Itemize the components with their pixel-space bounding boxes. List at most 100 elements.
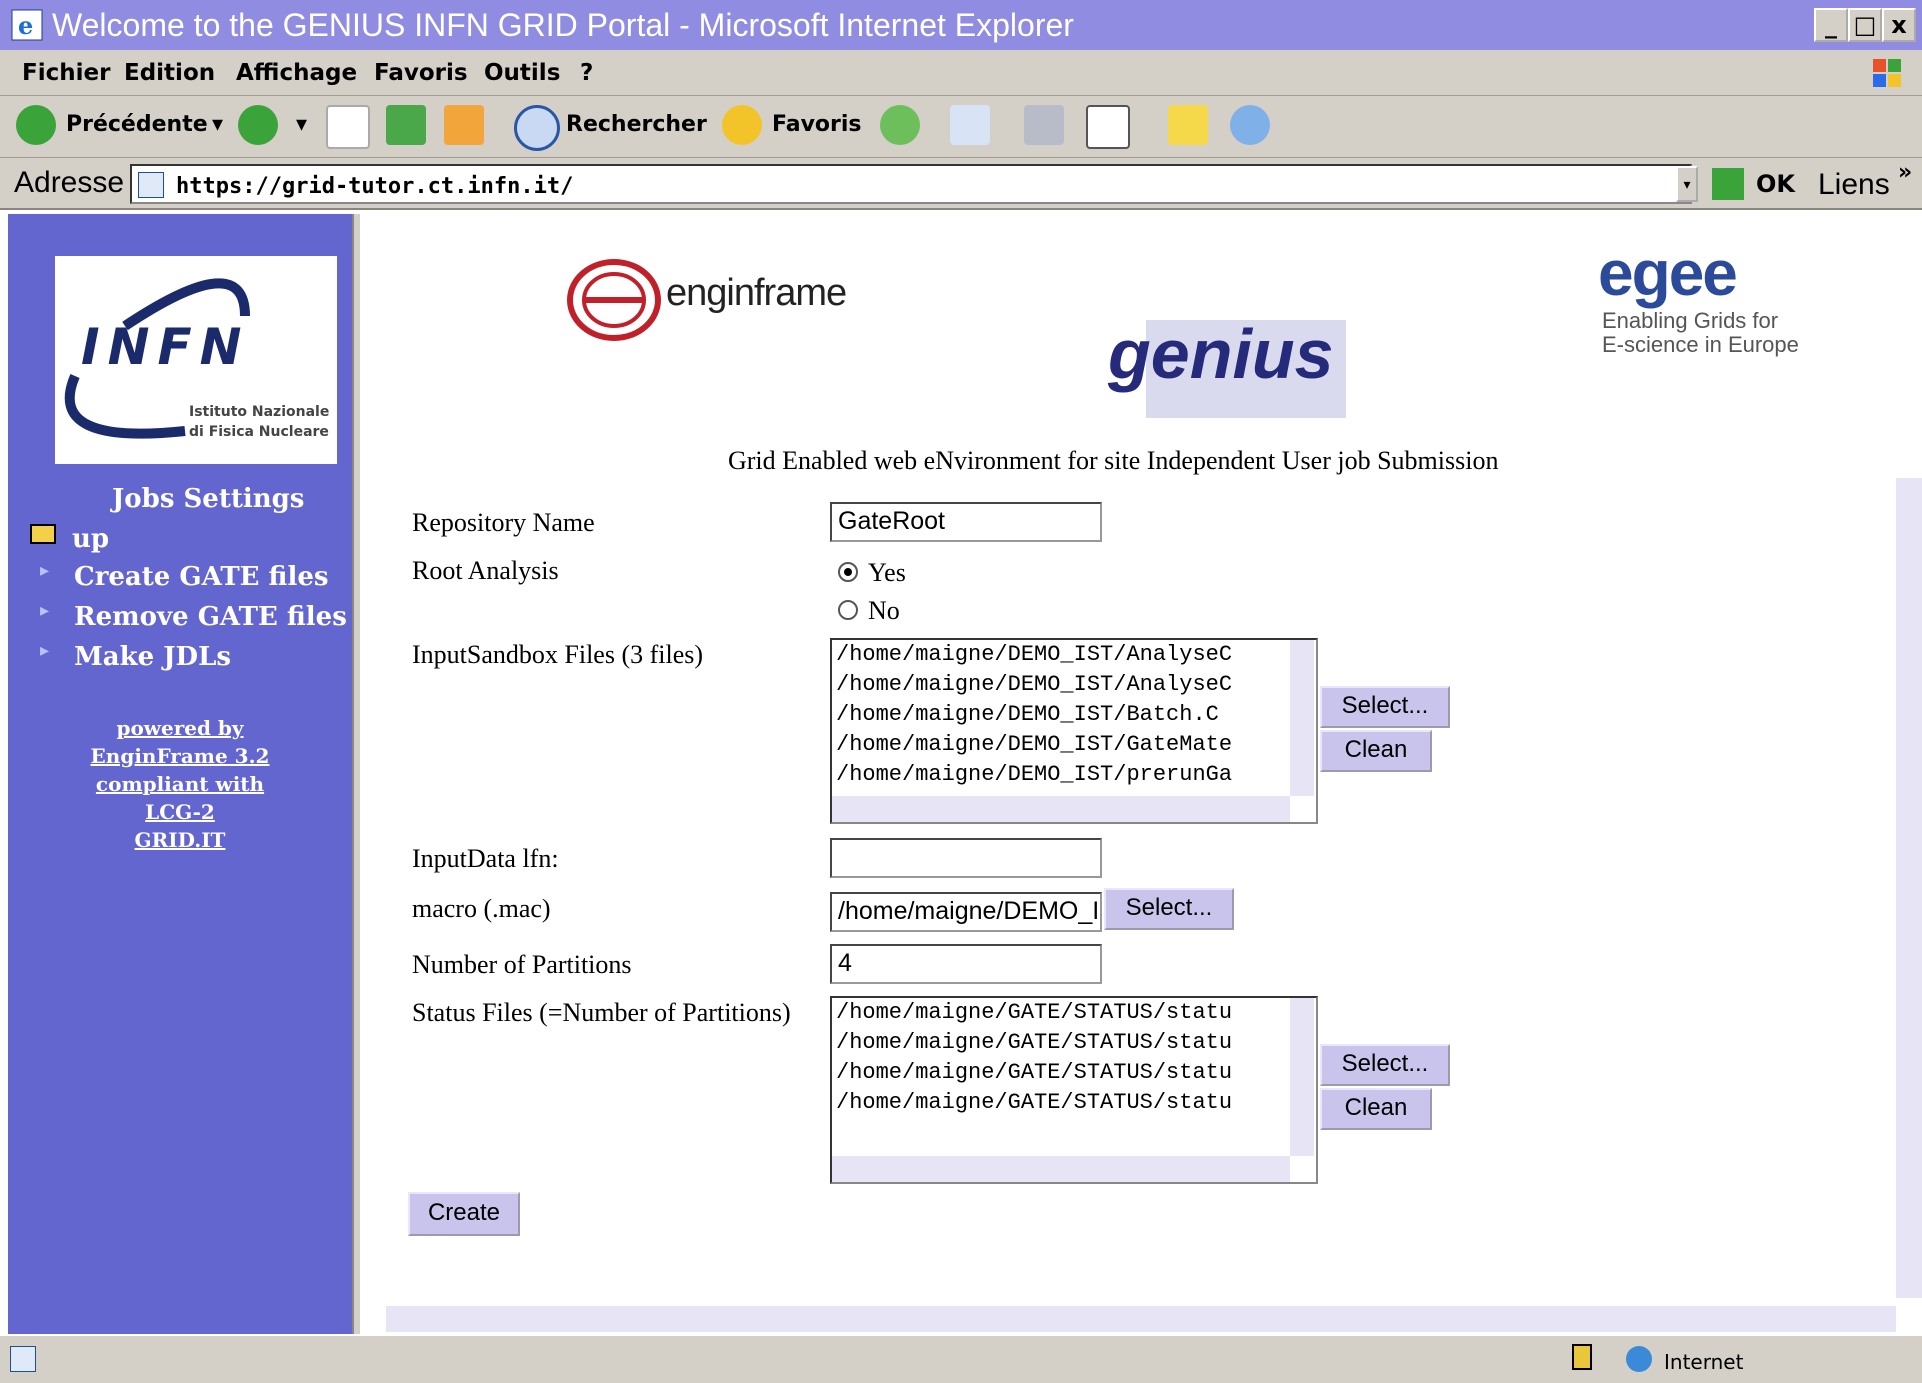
sidebar-item-remove-gate[interactable]: Remove GATE files xyxy=(74,602,347,632)
forward-dropdown-icon[interactable]: ▾ xyxy=(296,112,307,137)
enginframe-logo-icon xyxy=(567,259,661,341)
menu-favoris[interactable]: Favoris xyxy=(374,60,468,86)
list-item[interactable]: /home/maigne/DEMO_IST/prerunGa xyxy=(832,760,1316,790)
status-select-button[interactable]: Select... xyxy=(1320,1044,1450,1086)
list-item[interactable]: /home/maigne/GATE/STATUS/statu xyxy=(832,998,1316,1028)
page-hscroll[interactable] xyxy=(386,1306,1896,1332)
inputsandbox-hscroll[interactable] xyxy=(832,796,1290,822)
partitions-input[interactable]: 4 xyxy=(830,944,1102,984)
status-clean-button[interactable]: Clean xyxy=(1320,1088,1432,1130)
inputsandbox-clean-button[interactable]: Clean xyxy=(1320,730,1432,772)
egee-logo-sub2: E-science in Europe xyxy=(1602,332,1799,357)
macro-input[interactable]: /home/maigne/DEMO_I xyxy=(830,892,1102,932)
toolbar: Précédente ▾ ▾ Rechercher Favoris xyxy=(0,96,1922,158)
maximize-button[interactable]: □ xyxy=(1848,8,1882,42)
links-button[interactable]: Liens xyxy=(1818,168,1890,202)
list-item[interactable]: /home/maigne/DEMO_IST/AnalyseC xyxy=(832,670,1316,700)
windows-logo-icon xyxy=(1873,59,1901,87)
page-status-icon xyxy=(10,1346,36,1372)
bullet-icon: ▸ xyxy=(40,560,50,580)
list-item[interactable]: /home/maigne/GATE/STATUS/statu xyxy=(832,1028,1316,1058)
close-button[interactable]: x xyxy=(1882,8,1916,42)
list-item[interactable]: /home/maigne/DEMO_IST/Batch.C xyxy=(832,700,1316,730)
powered-by-link[interactable]: powered by xyxy=(8,716,352,740)
lock-icon xyxy=(1572,1344,1592,1370)
print-icon[interactable] xyxy=(1024,105,1064,145)
status-files-list[interactable]: /home/maigne/GATE/STATUS/statu /home/mai… xyxy=(830,996,1318,1184)
home-icon[interactable] xyxy=(444,105,484,145)
zone-label: Internet xyxy=(1664,1350,1744,1374)
status-bar: Internet xyxy=(0,1334,1922,1383)
favorites-button[interactable]: Favoris xyxy=(772,112,862,137)
list-item[interactable]: /home/maigne/DEMO_IST/AnalyseC xyxy=(832,640,1316,670)
search-button[interactable]: Rechercher xyxy=(566,112,707,137)
root-yes-radio[interactable] xyxy=(838,562,858,582)
menu-fichier[interactable]: Fichier xyxy=(22,60,110,86)
bullet-icon: ▸ xyxy=(40,640,50,660)
enginframe-logo-text: enginframe xyxy=(666,272,847,314)
sidebar-item-up[interactable]: up xyxy=(72,524,109,554)
repository-name-input[interactable]: GateRoot xyxy=(830,502,1102,542)
inputsandbox-list[interactable]: /home/maigne/DEMO_IST/AnalyseC /home/mai… xyxy=(830,638,1318,824)
infn-logo-text: INFN xyxy=(81,318,250,376)
partitions-label: Number of Partitions xyxy=(412,950,632,979)
create-button[interactable]: Create xyxy=(408,1192,520,1236)
compliant-link[interactable]: compliant with xyxy=(8,772,352,796)
inputdata-input[interactable] xyxy=(830,838,1102,878)
gridit-link[interactable]: GRID.IT xyxy=(8,828,352,852)
lcg-link[interactable]: LCG-2 xyxy=(8,800,352,824)
minimize-button[interactable]: _ xyxy=(1814,8,1848,42)
history-icon[interactable] xyxy=(880,105,920,145)
menu-help[interactable]: ? xyxy=(580,60,593,86)
go-button[interactable]: OK xyxy=(1756,170,1795,198)
address-field[interactable]: https://grid-tutor.ct.infn.it/ xyxy=(130,164,1692,204)
list-item[interactable]: /home/maigne/GATE/STATUS/statu xyxy=(832,1058,1316,1088)
frame-divider[interactable] xyxy=(352,214,360,1334)
egee-logo-sub1: Enabling Grids for xyxy=(1602,308,1779,333)
globe-icon xyxy=(1626,1346,1652,1372)
page-vscroll[interactable] xyxy=(1896,478,1922,1298)
stop-icon[interactable] xyxy=(326,105,370,149)
back-arrow-icon[interactable] xyxy=(16,105,56,145)
sidebar-item-create-gate[interactable]: Create GATE files xyxy=(74,562,329,592)
search-icon[interactable] xyxy=(514,105,560,151)
inputsandbox-vscroll[interactable] xyxy=(1290,640,1314,796)
up-folder-icon[interactable] xyxy=(30,524,56,544)
menu-affichage[interactable]: Affichage xyxy=(236,60,357,86)
macro-select-button[interactable]: Select... xyxy=(1104,888,1234,930)
back-dropdown-icon[interactable]: ▾ xyxy=(212,112,223,137)
mail-icon[interactable] xyxy=(950,105,990,145)
go-arrow-icon[interactable] xyxy=(1712,168,1744,200)
chevron-more-icon[interactable]: » xyxy=(1898,160,1912,185)
tagline: Grid Enabled web eNvironment for site In… xyxy=(728,446,1499,475)
title-bar: e Welcome to the GENIUS INFN GRID Portal… xyxy=(0,0,1922,50)
page-icon xyxy=(138,172,164,198)
messenger-icon[interactable] xyxy=(1230,105,1270,145)
status-vscroll[interactable] xyxy=(1290,998,1314,1156)
address-dropdown-icon[interactable]: ▾ xyxy=(1676,166,1698,202)
egee-logo-text: egee xyxy=(1598,237,1738,309)
notes-icon[interactable] xyxy=(1168,105,1208,145)
svg-text:e: e xyxy=(18,11,33,40)
menu-outils[interactable]: Outils xyxy=(484,60,560,86)
inputsandbox-select-button[interactable]: Select... xyxy=(1320,686,1450,728)
enginframe-link[interactable]: EnginFrame 3.2 xyxy=(8,744,352,768)
list-item[interactable]: /home/maigne/DEMO_IST/GateMate xyxy=(832,730,1316,760)
favorites-star-icon[interactable] xyxy=(722,105,762,145)
forward-arrow-icon[interactable] xyxy=(238,105,278,145)
genius-logo-text: genius xyxy=(1108,315,1334,393)
sidebar-item-make-jdls[interactable]: Make JDLs xyxy=(74,642,231,672)
status-files-label: Status Files (=Number of Partitions) xyxy=(412,998,791,1027)
macro-label: macro (.mac) xyxy=(412,894,551,923)
inputsandbox-label: InputSandbox Files (3 files) xyxy=(412,640,704,669)
root-no-label: No xyxy=(868,596,900,625)
list-item[interactable]: /home/maigne/GATE/STATUS/statu xyxy=(832,1088,1316,1118)
status-hscroll[interactable] xyxy=(832,1156,1290,1182)
root-no-radio[interactable] xyxy=(838,600,858,620)
refresh-icon[interactable] xyxy=(386,105,426,145)
back-button[interactable]: Précédente xyxy=(66,112,208,137)
menu-edition[interactable]: Edition xyxy=(124,60,215,86)
root-analysis-label: Root Analysis xyxy=(412,556,559,585)
address-label: Adresse xyxy=(14,166,125,199)
edit-word-icon[interactable] xyxy=(1086,105,1130,149)
